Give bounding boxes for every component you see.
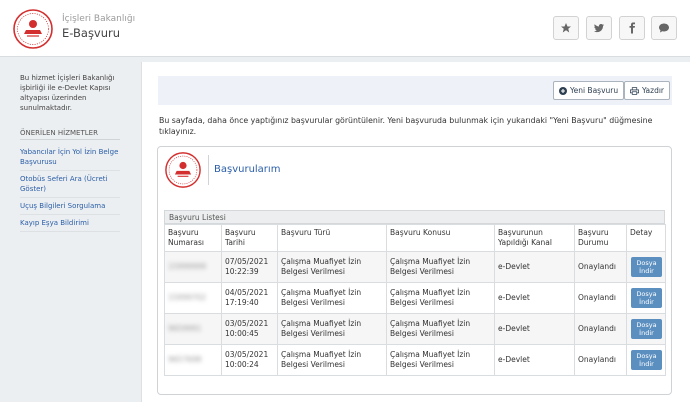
- application-status: Onaylandı: [574, 344, 627, 376]
- print-label: Yazdır: [642, 86, 665, 95]
- application-type: Çalışma Muafiyet İzin Belgesi Verilmesi: [277, 344, 387, 376]
- col-application-date: Başvuru Tarihi: [221, 224, 278, 252]
- sidebar-item-flight-info[interactable]: Uçuş Bilgileri Sorgulama: [20, 198, 120, 215]
- applications-table: Başvuru Numarası Başvuru Tarihi Başvuru …: [164, 224, 666, 376]
- application-date: 07/05/2021 10:22:39: [221, 251, 278, 283]
- site-header: İçişleri Bakanlığı E-Başvuru: [0, 0, 690, 57]
- ministry-seal-icon: [165, 152, 201, 188]
- list-title: Başvuru Listesi: [164, 210, 665, 224]
- facebook-share-button[interactable]: [619, 16, 645, 40]
- application-subject: Çalışma Muafiyet İzin Belgesi Verilmesi: [386, 344, 495, 376]
- application-number: 9657698: [168, 355, 202, 364]
- application-number: 15999702: [168, 293, 207, 302]
- print-icon: [630, 86, 639, 95]
- col-detail: Detay: [626, 224, 666, 252]
- col-application-type: Başvuru Türü: [277, 224, 387, 252]
- table-row: 9659991 03/05/2021 10:00:45 Çalışma Muaf…: [164, 313, 666, 345]
- sidebar: Bu hizmet İçişleri Bakanlığı işbirliği i…: [20, 73, 120, 232]
- action-toolbar: Yeni Başvuru Yazdır: [158, 76, 672, 105]
- application-subject: Çalışma Muafiyet İzin Belgesi Verilmesi: [386, 282, 495, 314]
- application-type: Çalışma Muafiyet İzin Belgesi Verilmesi: [277, 251, 387, 283]
- page-description: Bu sayfada, daha önce yaptığınız başvuru…: [159, 116, 653, 136]
- applications-list: Başvuru Listesi Başvuru Numarası Başvuru…: [164, 210, 666, 376]
- application-channel: e-Devlet: [494, 344, 575, 376]
- col-status: Başvuru Durumu: [574, 224, 627, 252]
- application-status: Onaylandı: [574, 313, 627, 345]
- application-type: Çalışma Muafiyet İzin Belgesi Verilmesi: [277, 313, 387, 345]
- card-divider: [208, 155, 209, 185]
- card-title: Başvurularım: [214, 164, 281, 175]
- sidebar-item-road-permit[interactable]: Yabancılar İçin Yol İzin Belge Başvurusu: [20, 144, 120, 171]
- application-date: 03/05/2021 10:00:24: [221, 344, 278, 376]
- application-status: Onaylandı: [574, 251, 627, 283]
- brand-title[interactable]: E-Başvuru: [62, 26, 120, 40]
- table-row: 15999702 04/05/2021 17:19:40 Çalışma Mua…: [164, 282, 666, 314]
- application-status: Onaylandı: [574, 282, 627, 314]
- twitter-share-button[interactable]: [586, 16, 612, 40]
- application-number: 15999999: [168, 262, 207, 271]
- applications-card: Başvurularım Başvuru Listesi Başvuru Num…: [157, 146, 672, 395]
- new-application-button[interactable]: Yeni Başvuru: [553, 81, 625, 100]
- application-subject: Çalışma Muafiyet İzin Belgesi Verilmesi: [386, 251, 495, 283]
- service-intro-text: Bu hizmet İçişleri Bakanlığı işbirliği i…: [20, 74, 115, 112]
- twitter-icon: [594, 23, 604, 33]
- table-header-row: Başvuru Numarası Başvuru Tarihi Başvuru …: [164, 224, 666, 252]
- application-type: Çalışma Muafiyet İzin Belgesi Verilmesi: [277, 282, 387, 314]
- star-icon: [561, 23, 571, 33]
- application-date: 04/05/2021 17:19:40: [221, 282, 278, 314]
- col-application-number: Başvuru Numarası: [164, 224, 222, 252]
- application-subject: Çalışma Muafiyet İzin Belgesi Verilmesi: [386, 313, 495, 345]
- col-channel: Başvurunun Yapıldığı Kanal: [494, 224, 575, 252]
- table-row: 15999999 07/05/2021 10:22:39 Çalışma Mua…: [164, 251, 666, 283]
- download-file-button[interactable]: Dosya İndir: [631, 288, 662, 308]
- recommended-services-title: ÖNERİLEN HİZMETLER: [20, 129, 120, 140]
- download-file-button[interactable]: Dosya İndir: [631, 319, 662, 339]
- main-content: Yeni Başvuru Yazdır Bu sayfada, daha önc…: [141, 62, 690, 402]
- application-date: 03/05/2021 10:00:45: [221, 313, 278, 345]
- download-file-button[interactable]: Dosya İndir: [631, 350, 662, 370]
- comment-icon: [659, 23, 669, 33]
- facebook-icon: [629, 22, 635, 34]
- application-channel: e-Devlet: [494, 251, 575, 283]
- sidebar-item-lost-items[interactable]: Kayıp Eşya Bildirimi: [20, 215, 120, 232]
- sidebar-item-bus-search[interactable]: Otobüs Seferi Ara (Ücreti Göster): [20, 171, 120, 198]
- comment-button[interactable]: [651, 16, 677, 40]
- brand-subtitle: İçişleri Bakanlığı: [62, 14, 136, 24]
- plus-circle-icon: [559, 86, 567, 95]
- application-channel: e-Devlet: [494, 282, 575, 314]
- favorite-button[interactable]: [553, 16, 579, 40]
- download-file-button[interactable]: Dosya İndir: [631, 257, 662, 277]
- application-number: 9659991: [168, 324, 202, 333]
- table-row: 9657698 03/05/2021 10:00:24 Çalışma Muaf…: [164, 344, 666, 376]
- application-channel: e-Devlet: [494, 313, 575, 345]
- col-application-subject: Başvuru Konusu: [386, 224, 495, 252]
- new-application-label: Yeni Başvuru: [570, 86, 619, 95]
- print-button[interactable]: Yazdır: [624, 81, 671, 100]
- ministry-seal-logo[interactable]: [13, 9, 53, 49]
